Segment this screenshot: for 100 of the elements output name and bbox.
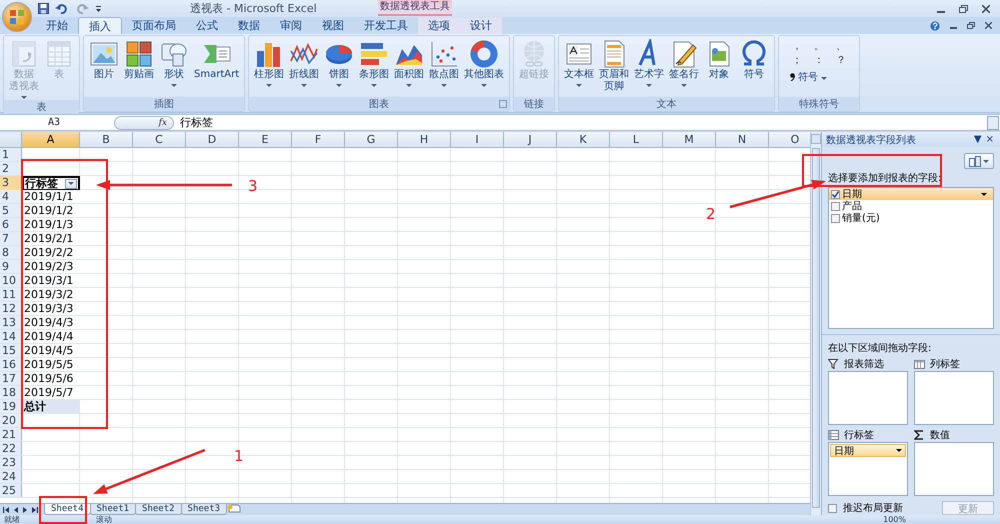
sheet-tab[interactable]: Sheet1 bbox=[90, 504, 136, 516]
row-header[interactable]: 11 bbox=[0, 288, 22, 302]
column-header[interactable]: M bbox=[663, 132, 716, 148]
row-header[interactable]: 22 bbox=[0, 442, 22, 456]
column-header[interactable]: E bbox=[239, 132, 292, 148]
field-item[interactable]: 产品 bbox=[829, 200, 993, 212]
row-header[interactable]: 12 bbox=[0, 302, 22, 316]
ribbon-button[interactable]: 签名行 bbox=[667, 38, 702, 98]
column-header[interactable]: L bbox=[610, 132, 663, 148]
column-header[interactable]: I bbox=[451, 132, 504, 148]
column-header[interactable]: H bbox=[398, 132, 451, 148]
symbol-button[interactable]: ， bbox=[788, 40, 806, 54]
column-header[interactable]: C bbox=[133, 132, 186, 148]
filter-button[interactable] bbox=[65, 178, 77, 189]
ribbon-tab[interactable]: 选项 bbox=[418, 17, 460, 34]
symbol-button[interactable]: ； bbox=[788, 54, 806, 68]
ribbon-tab[interactable]: 插入 bbox=[78, 17, 122, 34]
row-header[interactable]: 6 bbox=[0, 218, 22, 232]
ribbon-tab[interactable]: 审阅 bbox=[270, 17, 312, 34]
close-button[interactable]: × bbox=[984, 134, 996, 146]
row-header[interactable]: 9 bbox=[0, 260, 22, 274]
symbol-button[interactable]: 、 bbox=[832, 40, 850, 54]
ribbon-tab[interactable]: 公式 bbox=[186, 17, 228, 34]
row-header[interactable]: 19 bbox=[0, 400, 22, 414]
symbol-menu-button[interactable]: 符号 bbox=[790, 70, 828, 84]
area-field[interactable]: 日期 bbox=[830, 444, 906, 458]
save-icon[interactable] bbox=[38, 3, 49, 14]
first-sheet-icon[interactable] bbox=[3, 506, 9, 513]
ribbon-tab[interactable]: 设计 bbox=[460, 17, 502, 34]
restore-icon[interactable] bbox=[959, 4, 968, 12]
symbol-button[interactable]: ？ bbox=[832, 54, 850, 68]
next-sheet-icon[interactable] bbox=[23, 506, 27, 513]
restore-icon[interactable] bbox=[967, 22, 975, 30]
checkbox[interactable] bbox=[828, 504, 837, 513]
row-header[interactable]: 20 bbox=[0, 414, 22, 428]
previous-sheet-icon[interactable] bbox=[14, 506, 18, 513]
column-header[interactable]: G bbox=[345, 132, 398, 148]
column-header[interactable]: A bbox=[22, 132, 80, 148]
symbol-button[interactable]: ： bbox=[810, 54, 828, 68]
office-button[interactable] bbox=[2, 2, 32, 32]
layout-button[interactable] bbox=[964, 153, 994, 170]
undo-icon[interactable] bbox=[55, 3, 69, 14]
ribbon-button[interactable]: 面积图 bbox=[392, 38, 426, 98]
row-header[interactable]: 8 bbox=[0, 246, 22, 260]
row-header[interactable]: 7 bbox=[0, 232, 22, 246]
row-header[interactable]: 5 bbox=[0, 204, 22, 218]
row-header[interactable]: 15 bbox=[0, 344, 22, 358]
ribbon-button[interactable]: 柱形图 bbox=[252, 38, 286, 98]
sheet-tab[interactable]: Sheet3 bbox=[180, 504, 228, 516]
ribbon-button[interactable]: 页眉和 页脚 bbox=[597, 38, 632, 98]
column-header[interactable]: N bbox=[716, 132, 769, 148]
row-header[interactable]: 14 bbox=[0, 330, 22, 344]
ribbon-tab[interactable]: 开发工具 bbox=[354, 17, 418, 34]
column-header[interactable]: D bbox=[186, 132, 239, 148]
field-item[interactable]: 日期 bbox=[829, 188, 993, 200]
column-header[interactable]: F bbox=[292, 132, 345, 148]
ribbon-button[interactable]: 文本框 bbox=[562, 38, 596, 98]
sheet-tab[interactable]: Sheet4 bbox=[44, 504, 91, 516]
ribbon-tab[interactable]: 页面布局 bbox=[122, 17, 186, 34]
help-icon[interactable] bbox=[930, 20, 940, 31]
ribbon-button[interactable]: 饼图 bbox=[322, 38, 356, 98]
insert-sheet-icon[interactable] bbox=[226, 504, 242, 514]
symbol-button[interactable]: 。 bbox=[810, 40, 828, 54]
ribbon-button[interactable]: 图片 bbox=[87, 38, 121, 98]
customize-icon[interactable] bbox=[95, 4, 102, 12]
scroll-thumb[interactable] bbox=[812, 148, 820, 508]
pane-menu-button[interactable]: ▼ bbox=[972, 134, 984, 146]
column-header[interactable]: B bbox=[80, 132, 133, 148]
column-header[interactable]: J bbox=[504, 132, 557, 148]
row-header[interactable]: 1 bbox=[0, 148, 22, 162]
row-header[interactable]: 17 bbox=[0, 372, 22, 386]
checkbox[interactable] bbox=[831, 190, 840, 199]
row-header[interactable]: 23 bbox=[0, 456, 22, 470]
row-header[interactable]: 10 bbox=[0, 274, 22, 288]
row-header[interactable]: 24 bbox=[0, 470, 22, 484]
row-header[interactable]: 25 bbox=[0, 484, 22, 498]
ribbon-button[interactable]: 散点图 bbox=[427, 38, 462, 98]
ribbon-button[interactable]: 形状 bbox=[157, 38, 191, 98]
row-header[interactable]: 16 bbox=[0, 358, 22, 372]
ribbon-button[interactable]: 剪贴画 bbox=[122, 38, 156, 98]
ribbon-tab[interactable]: 数据 bbox=[228, 17, 270, 34]
column-header[interactable]: K bbox=[557, 132, 610, 148]
sheet-tab[interactable]: Sheet2 bbox=[135, 504, 182, 516]
row-header[interactable]: 13 bbox=[0, 316, 22, 330]
row-header[interactable]: 18 bbox=[0, 386, 22, 400]
last-sheet-icon[interactable] bbox=[32, 506, 38, 513]
column-header[interactable]: O bbox=[769, 132, 810, 148]
ribbon-button[interactable]: 折线图 bbox=[287, 38, 322, 98]
formula-text[interactable]: 行标签 bbox=[180, 115, 987, 130]
ribbon-button[interactable]: 对象 bbox=[702, 38, 736, 98]
row-header[interactable]: 4 bbox=[0, 190, 22, 204]
ribbon-button[interactable]: 其他图表 bbox=[462, 38, 506, 98]
close-icon[interactable] bbox=[982, 4, 990, 12]
ribbon-button[interactable]: 条形图 bbox=[357, 38, 392, 98]
insert-function-button[interactable]: fx bbox=[158, 118, 167, 128]
close-icon[interactable] bbox=[985, 22, 992, 30]
ribbon-button[interactable]: 艺术字 bbox=[632, 38, 666, 98]
ribbon-tab[interactable]: 开始 bbox=[36, 17, 78, 34]
ribbon-button[interactable]: SmartArt bbox=[192, 38, 242, 98]
checkbox[interactable] bbox=[831, 214, 840, 223]
